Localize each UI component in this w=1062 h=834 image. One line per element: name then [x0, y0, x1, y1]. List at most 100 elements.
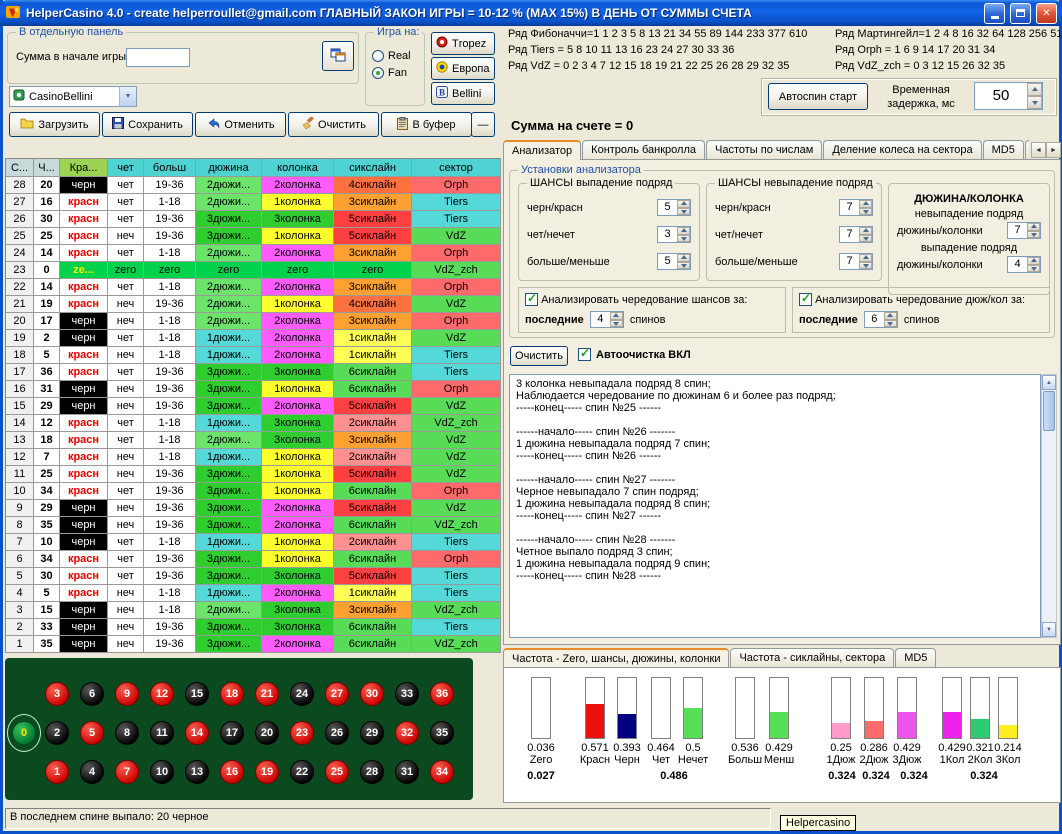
spin-up-icon[interactable] [1027, 83, 1042, 96]
board-number-1[interactable]: 1 [45, 760, 69, 784]
spins-table-cell[interactable]: красн [60, 568, 108, 585]
start-sum-input[interactable] [126, 48, 190, 67]
spins-table-cell[interactable]: 5сиклайн [334, 568, 412, 585]
board-number-23[interactable]: 23 [290, 721, 314, 745]
spins-table-cell[interactable]: 19-36 [144, 228, 196, 245]
spins-table-cell[interactable]: 29 [34, 398, 60, 415]
spins-table-cell[interactable]: 12 [34, 415, 60, 432]
spin-down-icon[interactable] [1027, 265, 1040, 273]
spins-table-cell[interactable]: 2сиклайн [334, 449, 412, 466]
board-number-28[interactable]: 28 [360, 760, 384, 784]
spins-table-cell[interactable]: 1колонка [262, 466, 334, 483]
spins-table-cell[interactable]: 2колонка [262, 347, 334, 364]
spins-table-cell[interactable]: черн [60, 602, 108, 619]
spins-table-cell[interactable]: неч [108, 619, 144, 636]
spins-table-cell[interactable]: 19-36 [144, 466, 196, 483]
radio-option-real[interactable]: Real [372, 47, 411, 64]
spins-table-cell[interactable]: 4 [6, 585, 34, 602]
spins-table-cell[interactable]: 1дюжи... [196, 415, 262, 432]
spins-table-cell[interactable]: 3сиклайн [334, 194, 412, 211]
autoclear-checkbox[interactable] [578, 348, 591, 361]
spins-table-cell[interactable]: красн [60, 585, 108, 602]
spins-table-cell[interactable]: черн [60, 636, 108, 653]
spins-table-cell[interactable]: 2колонка [262, 636, 334, 653]
spins-table-cell[interactable]: VdZ [412, 432, 501, 449]
spins-table-cell[interactable]: 1сиклайн [334, 330, 412, 347]
chances-nohit-spinner[interactable]: 7 [839, 226, 873, 243]
spins-table-cell[interactable]: черн [60, 177, 108, 194]
spins-table-cell[interactable]: 2колонка [262, 177, 334, 194]
spins-table-cell[interactable]: черн [60, 534, 108, 551]
chances-nohit-spinner[interactable]: 7 [839, 199, 873, 216]
spins-table-cell[interactable]: красн [60, 449, 108, 466]
spins-table-cell[interactable]: 1-18 [144, 330, 196, 347]
spins-table-cell[interactable]: 3дюжи... [196, 500, 262, 517]
spins-table-cell[interactable]: 5 [34, 347, 60, 364]
spins-table-cell[interactable]: 19-36 [144, 619, 196, 636]
spins-table-cell[interactable]: 3 [6, 602, 34, 619]
radio-icon[interactable] [372, 50, 384, 62]
spins-table-cell[interactable]: чет [108, 551, 144, 568]
spins-table-cell[interactable]: 2колонка [262, 279, 334, 296]
spin-down-icon[interactable] [677, 235, 690, 243]
spins-table-cell[interactable]: VdZ [412, 500, 501, 517]
spins-table-cell[interactable]: 2дюжи... [196, 177, 262, 194]
spin-down-icon[interactable] [859, 235, 872, 243]
board-number-4[interactable]: 4 [80, 760, 104, 784]
spins-table-cell[interactable]: 3сиклайн [334, 602, 412, 619]
spins-table-cell[interactable]: 2колонка [262, 330, 334, 347]
spins-table-cell[interactable]: 2колонка [262, 398, 334, 415]
alternation-dozens-checkbox[interactable] [799, 293, 812, 306]
spins-table-cell[interactable]: 30 [34, 568, 60, 585]
spins-table-cell[interactable]: 28 [6, 177, 34, 194]
casino-select[interactable]: CasinoBellini ▼ [9, 86, 137, 107]
board-number-24[interactable]: 24 [290, 682, 314, 706]
spins-table-cell[interactable]: неч [108, 636, 144, 653]
spins-table-cell[interactable]: VdZ_zch [412, 262, 501, 279]
chances-hit-spinner[interactable]: 5 [657, 199, 691, 216]
spins-table-cell[interactable]: 26 [6, 211, 34, 228]
spins-table-cell[interactable]: 19 [6, 330, 34, 347]
spins-table-cell[interactable]: 2дюжи... [196, 245, 262, 262]
spins-table-cell[interactable]: 3колонка [262, 568, 334, 585]
spins-table-cell[interactable]: 3дюжи... [196, 636, 262, 653]
spins-table-cell[interactable]: 5 [34, 585, 60, 602]
spin-up-icon[interactable] [859, 227, 872, 235]
board-number-22[interactable]: 22 [290, 760, 314, 784]
spin-up-icon[interactable] [677, 227, 690, 235]
spins-table-cell[interactable]: zero [108, 262, 144, 279]
spins-table-cell[interactable]: Orph [412, 279, 501, 296]
board-number-7[interactable]: 7 [115, 760, 139, 784]
minimize-button[interactable] [984, 3, 1005, 24]
spins-table-cell[interactable]: Orph [412, 483, 501, 500]
spins-table-cell[interactable]: 30 [34, 211, 60, 228]
board-number-15[interactable]: 15 [185, 682, 209, 706]
chances-nohit-spinner[interactable]: 7 [839, 253, 873, 270]
spins-table-cell[interactable]: 2дюжи... [196, 194, 262, 211]
spins-table-cell[interactable]: 20 [6, 313, 34, 330]
analysis-log[interactable]: 3 колонка невыпадала подряд 8 спин; Набл… [509, 374, 1041, 638]
spin-up-icon[interactable] [677, 200, 690, 208]
spins-table-cell[interactable]: 1сиклайн [334, 585, 412, 602]
spins-table-cell[interactable]: VdZ [412, 466, 501, 483]
spins-table-cell[interactable]: 5сиклайн [334, 228, 412, 245]
log-scrollbar[interactable]: ▲ ▼ [1041, 374, 1057, 638]
board-number-35[interactable]: 35 [430, 721, 454, 745]
board-number-31[interactable]: 31 [395, 760, 419, 784]
spins-table-cell[interactable]: 2 [6, 619, 34, 636]
clear-log-button[interactable]: Очистить [510, 346, 568, 366]
spins-table-cell[interactable]: красн [60, 296, 108, 313]
alternation-chances-spinner[interactable]: 4 [590, 311, 624, 328]
spins-table-cell[interactable]: 3колонка [262, 415, 334, 432]
spins-table-cell[interactable]: красн [60, 194, 108, 211]
spin-down-icon[interactable] [1027, 96, 1042, 109]
spin-up-icon[interactable] [610, 312, 623, 320]
spins-table-cell[interactable]: красн [60, 415, 108, 432]
tab-wheel-sectors[interactable]: Деление колеса на сектора [823, 140, 981, 160]
spins-table-cell[interactable]: ze... [60, 262, 108, 279]
spins-table-cell[interactable]: неч [108, 313, 144, 330]
spins-table-cell[interactable]: неч [108, 517, 144, 534]
spins-table-cell[interactable]: 4сиклайн [334, 177, 412, 194]
dozen-nohit-spinner[interactable]: 7 [1007, 222, 1041, 239]
spin-up-icon[interactable] [859, 254, 872, 262]
